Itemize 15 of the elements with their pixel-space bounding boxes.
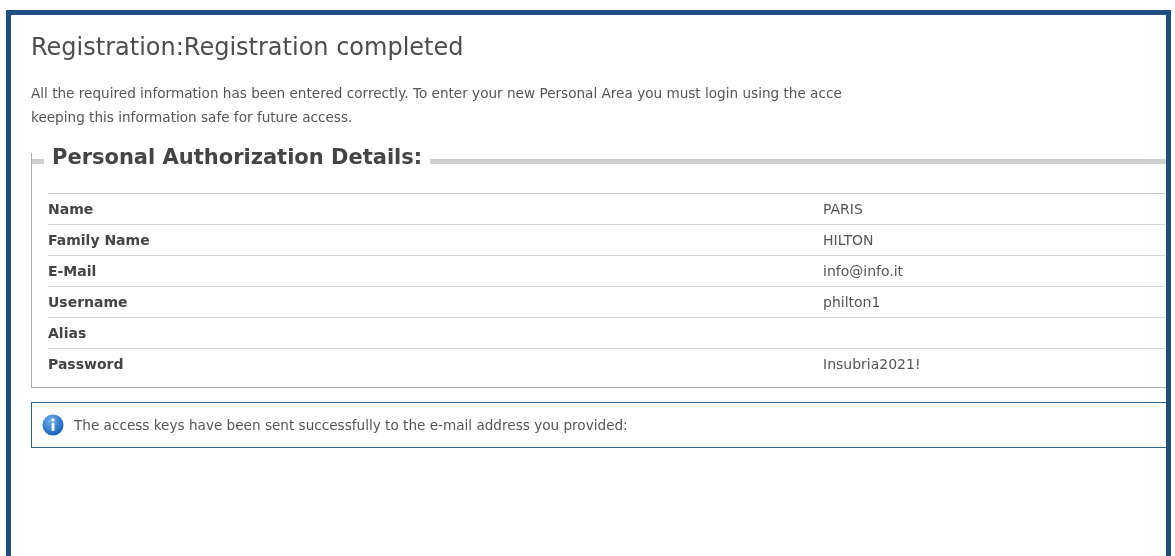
field-label: Name bbox=[48, 201, 95, 217]
field-value: Insubria2021! bbox=[823, 356, 922, 372]
field-label: E-Mail bbox=[48, 263, 98, 279]
field-value: info@info.it bbox=[823, 263, 905, 279]
field-label: Password bbox=[48, 356, 125, 372]
info-icon bbox=[42, 414, 64, 436]
field-value: PARIS bbox=[823, 201, 864, 217]
field-label: Alias bbox=[48, 325, 88, 341]
confirmation-message: All the required information has been entered correctly. To enter your new Personal Area you must login using the acce keeping this information safe for future access. bbox=[31, 84, 843, 127]
field-value: HILTON bbox=[823, 232, 875, 248]
field-label: Username bbox=[48, 294, 129, 310]
notice-text: The access keys have been sent successfully to the e-mail address you provided: bbox=[74, 417, 628, 433]
field-label: Family Name bbox=[48, 232, 151, 248]
page-title: Registration:Registration completed bbox=[31, 33, 465, 61]
field-value: philton1 bbox=[823, 294, 882, 310]
